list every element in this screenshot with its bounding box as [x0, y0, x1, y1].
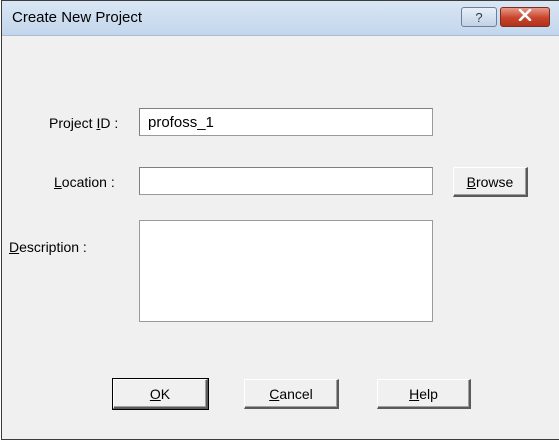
cancel-button[interactable]: Cancel [244, 379, 339, 409]
description-label: Description : [9, 239, 87, 255]
title-bar[interactable]: Create New Project ? [2, 1, 559, 36]
help-icon: ? [475, 9, 483, 25]
close-icon [518, 8, 532, 26]
ok-button[interactable]: OK [112, 378, 209, 410]
location-input[interactable] [139, 167, 433, 195]
project-id-input[interactable] [139, 108, 433, 136]
dialog-title: Create New Project [12, 9, 143, 26]
description-box [139, 220, 433, 322]
create-project-dialog: Create New Project ? Project ID : Locati… [1, 0, 559, 440]
location-label: Location : [54, 174, 115, 190]
browse-button[interactable]: Browse [453, 167, 528, 197]
title-help-button[interactable]: ? [461, 7, 497, 27]
help-button[interactable]: Help [377, 379, 471, 409]
project-id-label: Project ID : [49, 115, 119, 131]
title-close-button[interactable] [500, 7, 550, 27]
description-textarea[interactable] [140, 221, 432, 321]
